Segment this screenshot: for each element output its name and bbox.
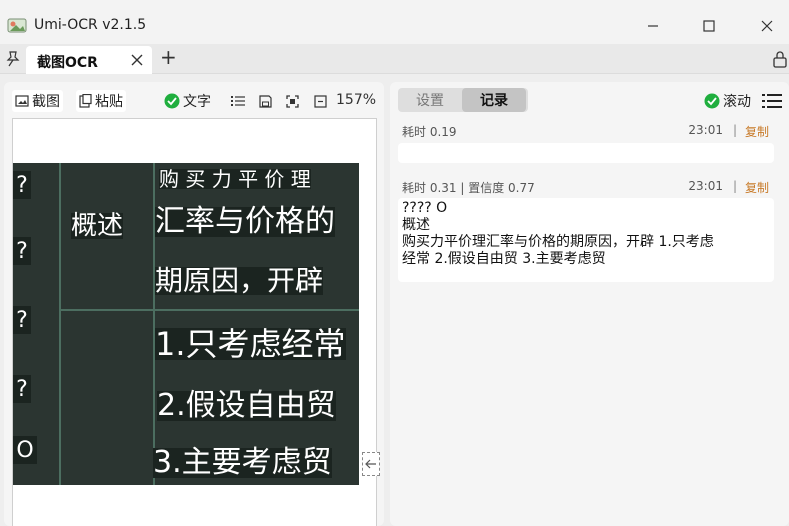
paste-icon bbox=[79, 94, 92, 108]
auto-scroll-toggle[interactable]: 滚动 bbox=[704, 90, 751, 112]
close-icon bbox=[131, 54, 143, 66]
image-marker: ? bbox=[13, 306, 31, 334]
tab-records[interactable]: 记录 bbox=[462, 88, 526, 112]
text-label: 文字 bbox=[183, 94, 211, 110]
fit-view-button[interactable] bbox=[283, 92, 301, 110]
record-time: 23:01 bbox=[688, 179, 723, 193]
record-meta: 耗时 0.19 bbox=[402, 125, 457, 139]
show-text-toggle[interactable]: 文字 bbox=[164, 90, 211, 112]
window-title: Umi-OCR v2.1.5 bbox=[34, 17, 147, 33]
arrow-left-icon bbox=[365, 459, 376, 469]
paste-label: 粘贴 bbox=[95, 94, 123, 110]
fit-screen-icon bbox=[285, 94, 299, 108]
record-line: 购买力平价理汇率与价格的期原因，开辟 1.只考虑 bbox=[402, 234, 714, 250]
scroll-label: 滚动 bbox=[723, 94, 751, 110]
record-time: 23:01 bbox=[688, 123, 723, 137]
tab-screenshot-ocr[interactable]: 截图OCR bbox=[26, 46, 152, 74]
record-text-box[interactable]: ???? O 概述 购买力平价理汇率与价格的期原因，开辟 1.只考虑 经常 2.… bbox=[398, 198, 774, 282]
image-panel: 截图 粘贴 文字 157% ? ? ? ? O 购 买 力 平 价 理 概述 汇… bbox=[4, 82, 384, 526]
image-item-text: 1.只考虑经常 bbox=[155, 325, 346, 363]
screenshot-icon bbox=[15, 95, 29, 107]
image-item-text: 2.假设自由贸 bbox=[157, 388, 336, 423]
tab-settings[interactable]: 设置 bbox=[398, 88, 462, 112]
title-bar: Umi-OCR v2.1.5 bbox=[0, 0, 789, 44]
image-line-text: 期原因，开辟 bbox=[155, 264, 324, 297]
image-line-text: 汇率与价格的 bbox=[155, 204, 335, 239]
minimize-button[interactable] bbox=[630, 12, 676, 40]
record-line: ???? O bbox=[402, 200, 448, 216]
image-marker: ? bbox=[13, 375, 31, 403]
tab-label: 截图OCR bbox=[37, 55, 98, 71]
list-icon bbox=[231, 96, 245, 106]
image-grid-line bbox=[59, 309, 359, 311]
menu-icon[interactable] bbox=[762, 92, 782, 110]
image-resize-handle[interactable] bbox=[362, 452, 380, 476]
actual-size-button[interactable] bbox=[311, 92, 329, 110]
save-image-button[interactable] bbox=[256, 92, 274, 110]
tab-bar: 截图OCR + bbox=[0, 44, 789, 74]
check-circle-icon bbox=[704, 93, 720, 109]
image-marker: O bbox=[13, 436, 37, 464]
check-circle-icon bbox=[164, 93, 180, 109]
minimize-icon bbox=[648, 25, 658, 27]
copy-button[interactable]: 复制 bbox=[745, 179, 769, 196]
record-separator: | bbox=[732, 179, 737, 193]
record-line: 经常 2.假设自由贸 3.主要考虑贸 bbox=[402, 251, 606, 267]
copy-button[interactable]: 复制 bbox=[745, 123, 769, 140]
save-icon bbox=[258, 94, 272, 108]
tab-close-button[interactable] bbox=[131, 50, 143, 70]
image-heading-text: 购 买 力 平 价 理 bbox=[159, 167, 311, 191]
actual-size-icon bbox=[313, 94, 327, 108]
record-separator: | bbox=[732, 123, 737, 137]
results-panel: 设置 记录 滚动 耗时 0.19 23:01 | 复制 耗时 0.31 | 置信… bbox=[390, 82, 789, 526]
lock-icon[interactable] bbox=[772, 50, 789, 68]
panel-tab-group: 设置 记录 bbox=[398, 88, 528, 112]
record-meta: 耗时 0.31 | 置信度 0.77 bbox=[402, 181, 535, 195]
maximize-button[interactable] bbox=[686, 12, 732, 40]
maximize-icon bbox=[703, 20, 715, 32]
image-item-text: 3.主要考虑贸 bbox=[153, 445, 332, 480]
pin-icon[interactable] bbox=[6, 51, 20, 67]
text-list-button[interactable] bbox=[229, 92, 247, 110]
screenshot-button[interactable]: 截图 bbox=[12, 90, 63, 112]
paste-button[interactable]: 粘贴 bbox=[76, 90, 126, 112]
umi-ocr-app-icon bbox=[7, 18, 27, 33]
record-line: 概述 bbox=[402, 217, 430, 233]
image-marker: ? bbox=[13, 171, 31, 199]
ocr-source-image: ? ? ? ? O 购 买 力 平 价 理 概述 汇率与价格的 期原因，开辟 1… bbox=[13, 163, 359, 485]
zoom-level: 157% bbox=[336, 92, 377, 108]
image-section-text: 概述 bbox=[71, 211, 124, 241]
image-preview-area[interactable]: ? ? ? ? O 购 买 力 平 价 理 概述 汇率与价格的 期原因，开辟 1… bbox=[12, 118, 380, 526]
add-tab-button[interactable]: + bbox=[160, 47, 177, 67]
screenshot-label: 截图 bbox=[32, 94, 60, 110]
record-text-box[interactable] bbox=[398, 143, 774, 163]
close-icon bbox=[761, 20, 773, 32]
close-window-button[interactable] bbox=[744, 12, 789, 40]
image-grid-line bbox=[59, 163, 61, 485]
image-marker: ? bbox=[13, 237, 31, 265]
